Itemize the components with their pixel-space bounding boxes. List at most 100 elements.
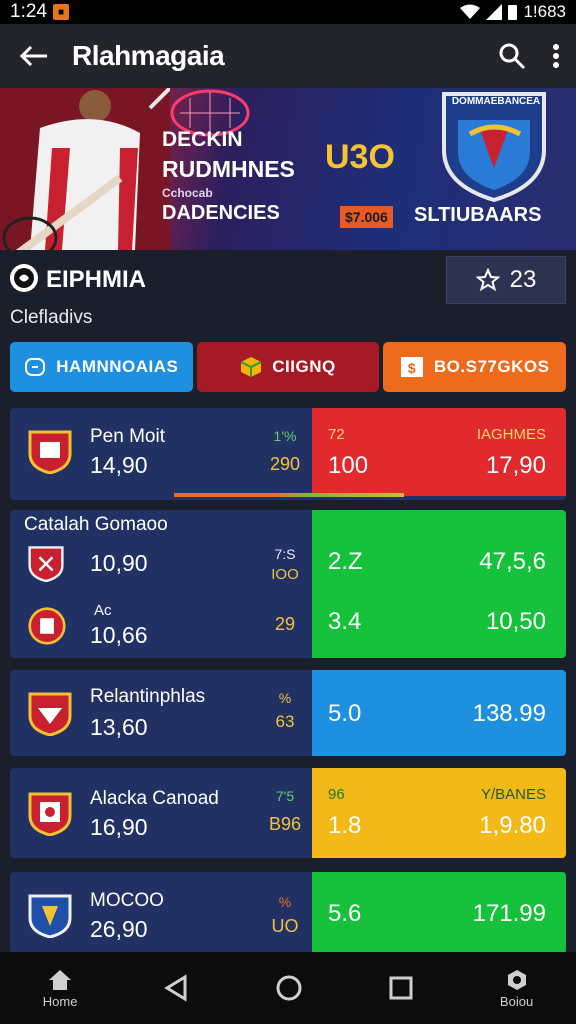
tab-ciigng[interactable]: CIIGNQ	[196, 342, 380, 392]
team-points: 290	[269, 454, 301, 474]
team-crest-icon	[28, 607, 66, 645]
team-value: 10,66	[90, 622, 148, 648]
banner-tag: $7.006	[340, 206, 393, 228]
recents-square-icon[interactable]	[388, 975, 414, 1001]
notification-icon: ■	[52, 4, 69, 20]
odds-box[interactable]: 5.0 138.99	[312, 670, 566, 756]
team-crest-icon	[28, 692, 72, 736]
star-icon	[475, 268, 500, 292]
banner-tag-text: SLTIUBAARS	[414, 204, 542, 226]
banner-line-1: DECKIN	[162, 128, 243, 151]
more-options-icon[interactable]	[552, 43, 560, 69]
team-crest-icon	[28, 894, 72, 938]
promo-banner[interactable]: DECKIN RUDMHNES Cchocab DADENCIES U3O $7…	[0, 88, 576, 250]
team-value: 10,90	[90, 550, 148, 576]
svg-text:$: $	[408, 360, 416, 376]
odds-value-a: 2.Z	[328, 548, 363, 575]
team-value: 26,90	[90, 916, 148, 942]
odds-label: Y/BANES	[480, 786, 546, 803]
tab-label: CIIGNQ	[272, 357, 336, 376]
crest-text: DOMMAEBANCEA	[451, 96, 541, 107]
tab-label: BO.S77GKOS	[433, 357, 550, 376]
team-name: Pen Moit	[90, 426, 165, 447]
league-name: EIPHMIA	[46, 266, 147, 293]
app-bar: Rlahmagaia	[0, 24, 576, 88]
back-button[interactable]	[16, 38, 52, 74]
banner-small-text: Cchocab	[162, 186, 213, 200]
odds-value-b: 171.99	[472, 900, 546, 927]
team-value: 16,90	[90, 814, 148, 840]
odds-box[interactable]: 96 Y/BANES 1.8 1,9.80	[312, 768, 566, 858]
match-card[interactable]: MOCOO 26,90 % UO 5.6 171.99	[10, 872, 566, 954]
favorite-button[interactable]: 23	[446, 256, 566, 304]
match-row[interactable]: Catalah Gomaoo 10,90 7:S IOO 2.Z 47,5,6	[10, 510, 566, 584]
odds-value-b: 10,50	[485, 608, 546, 635]
odds-box[interactable]: 2.Z 47,5,6	[312, 510, 566, 584]
match-row[interactable]: MOCOO 26,90 % UO 5.6 171.99	[10, 872, 566, 954]
match-card[interactable]: Relantinphlas 13,60 % 63 5.0 138.99	[10, 670, 566, 756]
match-row[interactable]: Relantinphlas 13,60 % 63 5.0 138.99	[10, 670, 566, 756]
odds-value-b: 17,90	[485, 452, 546, 479]
battery-level: 1!683	[523, 2, 566, 21]
odds-box[interactable]: 3.4 10,50	[312, 584, 566, 658]
search-icon[interactable]	[498, 42, 526, 70]
match-row[interactable]: Alacka Canoad 16,90 7'5 B96 96 Y/BANES 1…	[10, 768, 566, 858]
bottom-nav-bar: Home Boiou	[0, 952, 576, 1024]
status-bar: 1:24 ■ 1!683	[0, 0, 576, 24]
team-points: 29	[274, 614, 296, 634]
team-change: 7:S	[274, 546, 296, 562]
nav-home-label: Home	[42, 993, 78, 1009]
team-crest-icon	[28, 546, 64, 582]
team-change: 7'5	[275, 788, 295, 804]
nav-bonus[interactable]: Boiou	[500, 968, 533, 1009]
home-circle-icon[interactable]	[275, 974, 303, 1002]
back-triangle-icon[interactable]	[163, 974, 189, 1002]
ticket-icon: $	[400, 357, 423, 377]
status-time: 1:24	[10, 1, 47, 22]
odds-value-a: 5.0	[328, 700, 362, 727]
battery-icon	[508, 4, 518, 20]
odds-value-a: 3.4	[328, 608, 362, 635]
cube-icon	[240, 357, 262, 377]
team-crest-icon	[28, 792, 72, 836]
category-tabs: HAMNNOAIAS CIIGNQ $ BO.S77GKOS	[10, 342, 567, 392]
favorite-count: 23	[509, 266, 537, 293]
team-name: Catalah Gomaoo	[24, 514, 168, 535]
team-change: %	[278, 690, 292, 706]
app-title: Rlahmagaia	[72, 40, 225, 71]
banner-line-3: DADENCIES	[162, 202, 280, 224]
team-change: 1'%	[273, 428, 297, 444]
team-name: Alacka Canoad	[90, 788, 219, 809]
signal-icon	[486, 4, 503, 20]
team-points: B96	[268, 814, 302, 834]
arrow-left-icon	[19, 45, 47, 67]
odds-box[interactable]: 5.6 171.99	[312, 872, 566, 954]
team-crest-icon	[28, 430, 72, 474]
team-name: Relantinphlas	[90, 686, 206, 707]
team-change: %	[278, 894, 292, 910]
match-card[interactable]: Alacka Canoad 16,90 7'5 B96 96 Y/BANES 1…	[10, 768, 566, 858]
league-logo-icon	[10, 264, 38, 292]
tab-label: HAMNNOAIAS	[56, 357, 179, 376]
nav-bonus-label: Boiou	[499, 993, 534, 1009]
tab-hamnnoaias[interactable]: HAMNNOAIAS	[10, 342, 193, 392]
team-value: 14,90	[90, 452, 148, 478]
team-points: UO	[271, 916, 299, 936]
odds-label-left: 96	[328, 786, 345, 803]
tennis-player-image	[0, 88, 170, 250]
match-card[interactable]: Pen Moit 14,90 1'% 290 72 IAGHMES 100 17…	[10, 408, 566, 500]
team-points: 63	[275, 712, 295, 731]
match-card[interactable]: Catalah Gomaoo 10,90 7:S IOO 2.Z 47,5,6 …	[10, 510, 566, 658]
section-subtitle: Clefladivs	[10, 307, 93, 328]
tab-bos77gkos[interactable]: $ BO.S77GKOS	[383, 342, 567, 392]
odds-box[interactable]: 72 IAGHMES 100 17,90	[312, 408, 566, 496]
match-row[interactable]: Pen Moit 14,90 1'% 290 72 IAGHMES 100 17…	[10, 408, 566, 496]
odds-value-b: 1,9.80	[479, 812, 546, 839]
home-icon	[49, 969, 72, 990]
team-name: Ac	[94, 602, 112, 619]
team-name: MOCOO	[90, 890, 164, 911]
match-row[interactable]: Ac 10,66 29 3.4 10,50	[10, 584, 566, 658]
nav-home[interactable]: Home	[42, 968, 78, 1009]
helmet-icon	[25, 358, 46, 376]
badge-icon	[507, 969, 526, 990]
